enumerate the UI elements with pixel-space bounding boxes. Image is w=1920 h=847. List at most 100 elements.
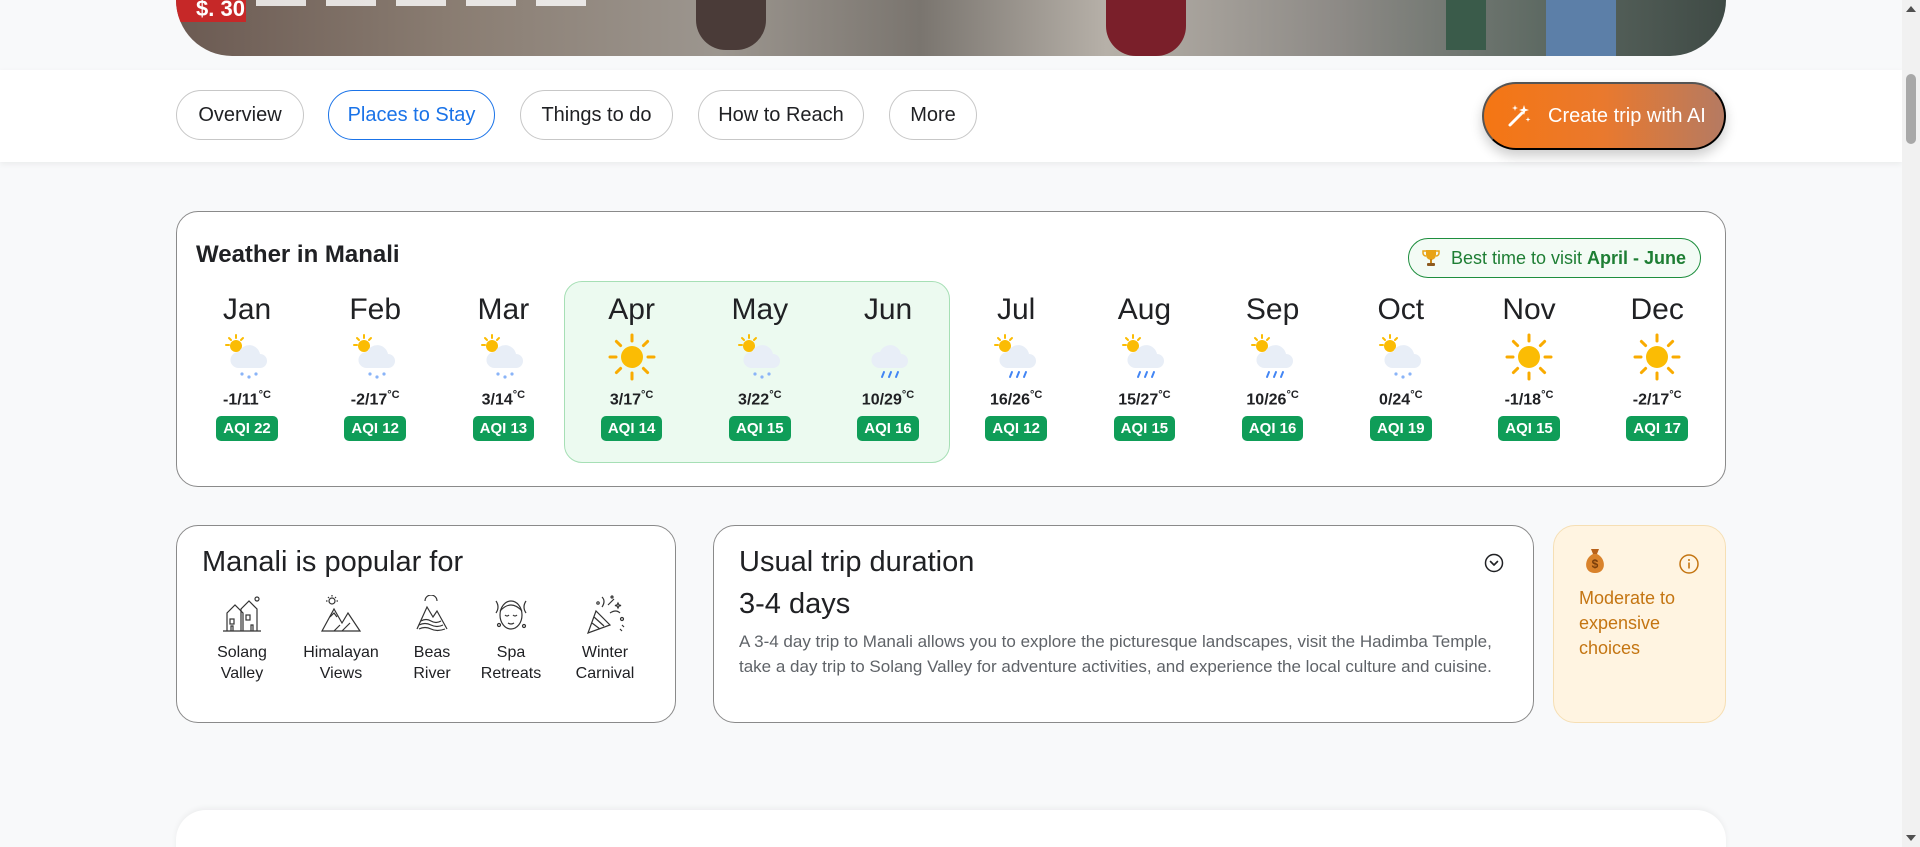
popular-item-label: Himalayan Views [303,644,379,682]
month-temperature: 10/26°C [1246,389,1299,409]
hero-decoration [1446,0,1486,50]
aqi-badge: AQI 22 [216,416,278,441]
month-name: Jun [863,293,913,326]
month-dec[interactable]: Dec -2/17°C AQI 17 [1593,292,1721,441]
sun-snow-cloud-icon [439,332,567,382]
trophy-icon [1422,250,1440,266]
sun-rain-cloud-icon [952,332,1080,382]
popular-item-himalayan-views[interactable]: Himalayan Views [296,594,386,684]
month-aug[interactable]: Aug 15/27°C AQI 15 [1080,292,1208,441]
tab-things-to-do[interactable]: Things to do [520,90,673,140]
duration-description: A 3-4 day trip to Manali allows you to e… [739,632,1492,676]
weather-title: Weather in Manali [196,241,400,268]
sun-icon [1465,332,1593,382]
month-temperature: -2/17°C [1632,389,1682,409]
scroll-down-arrow[interactable] [1906,835,1916,841]
month-sep[interactable]: Sep 10/26°C AQI 16 [1209,292,1337,441]
month-mar[interactable]: Mar 3/14°C AQI 13 [439,292,567,441]
mountains-icon [296,594,386,636]
aqi-badge: AQI 16 [1241,416,1304,441]
popular-for-card: Manali is popular for Solang Valley Himal… [176,525,676,723]
popular-item-spa-retreats[interactable]: Spa Retreats [466,594,556,684]
best-time-range: April - June [1586,247,1686,268]
create-trip-with-ai-button[interactable]: Create trip with AI [1482,82,1726,150]
aqi-badge: AQI 15 [729,416,791,441]
sun-snow-cloud-icon [1337,332,1465,382]
section-nav-bar: Overview Places to Stay Things to do How… [0,70,1902,162]
month-temperature: 15/27°C [1118,389,1171,409]
aqi-badge: AQI 12 [985,416,1047,441]
month-jun[interactable]: Jun 10/29°C AQI 16 [824,292,952,441]
month-temperature: 3/14°C [481,389,526,409]
duration-title: Usual trip duration [739,546,975,578]
budget-card: $ Moderate to expensive choices [1553,525,1726,723]
sun-rain-cloud-icon [1209,332,1337,382]
tab-places-to-stay[interactable]: Places to Stay [328,90,495,140]
month-apr[interactable]: Apr 3/17°C AQI 14 [568,292,696,441]
aqi-badge: AQI 17 [1626,416,1688,441]
month-name: May [731,293,789,326]
popular-item-winter-carnival[interactable]: Winter Carnival [560,594,650,684]
popular-item-beas-river[interactable]: Beas River [387,594,477,684]
info-icon[interactable] [1678,553,1700,575]
spa-face-icon [466,594,556,636]
aqi-badge: AQI 13 [472,416,535,441]
svg-text:$: $ [1592,557,1599,571]
money-bag-icon: $ [1586,549,1604,573]
month-feb[interactable]: Feb -2/17°C AQI 12 [311,292,439,441]
month-temperature: -2/17°C [350,389,400,409]
month-temperature: 16/26°C [989,389,1043,409]
month-jul[interactable]: Jul 16/26°C AQI 12 [952,292,1080,441]
aqi-badge: AQI 19 [1370,416,1432,441]
rain-cloud-icon [824,332,952,382]
aqi-badge: AQI 14 [600,416,663,441]
popular-item-solang-valley[interactable]: Solang Valley [197,594,287,684]
month-temperature: -1/11°C [223,389,271,409]
month-name: Jul [997,293,1036,326]
hero-image: $. 30 [176,0,1726,56]
best-time-prefix: Best time to visit [1450,247,1582,268]
tab-more[interactable]: More [889,90,977,140]
popular-title: Manali is popular for [202,546,464,578]
aqi-badge: AQI 12 [344,416,406,441]
hero-decoration [1106,0,1186,56]
scroll-up-arrow[interactable] [1906,6,1916,12]
month-temperature: 3/22°C [738,389,782,409]
party-popper-icon [560,594,650,636]
month-nov[interactable]: Nov -1/18°C AQI 15 [1465,292,1593,441]
month-name: Dec [1630,293,1684,326]
hero-decoration [696,0,766,50]
page-scrollbar[interactable] [1902,0,1920,847]
month-temperature: -1/18°C [1504,389,1554,409]
sun-icon [568,332,696,382]
month-name: Nov [1502,293,1556,326]
hero-decoration [256,0,596,6]
best-time-badge: Best time to visit April - June [1407,238,1701,278]
sun-snow-cloud-icon [696,332,824,382]
duration-days: 3-4 days [739,588,851,620]
month-name: Mar [477,293,530,326]
sun-icon [1593,332,1721,382]
popular-item-label: Winter Carnival [575,644,635,682]
tab-overview[interactable]: Overview [176,90,304,140]
month-name: Apr [608,293,655,326]
scroll-thumb[interactable] [1906,74,1916,144]
month-name: Sep [1245,293,1300,326]
sun-rain-cloud-icon [1080,332,1208,382]
popular-item-label: Solang Valley [217,644,267,682]
hero-sign-text: $. 30 [176,0,246,22]
month-oct[interactable]: Oct 0/24°C AQI 19 [1337,292,1465,441]
chevron-down-circle-icon[interactable] [1484,553,1504,573]
weather-card: Weather in Manali Best time to visit Apr… [176,211,1726,487]
month-may[interactable]: May 3/22°C AQI 15 [696,292,824,441]
month-temperature: 0/24°C [1379,389,1423,409]
popular-item-label: Beas River [413,644,451,682]
budget-text: Moderate to expensive choices [1579,588,1676,658]
month-temperature: 10/29°C [861,389,915,409]
next-section-card [176,810,1726,847]
create-trip-label: Create trip with AI [1548,104,1706,127]
sun-snow-cloud-icon [311,332,439,382]
magic-wand-icon [1508,105,1531,127]
month-jan[interactable]: Jan -1/11°C AQI 22 [183,292,311,441]
tab-how-to-reach[interactable]: How to Reach [698,90,864,140]
